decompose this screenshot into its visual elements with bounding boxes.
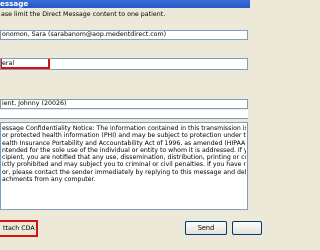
message-body-line: ntended for the sole use of the individu…	[2, 146, 246, 154]
instructions-text: ase limit the Direct Message content to …	[1, 11, 166, 18]
message-body-line: ictly prohibited and may subject you to …	[2, 161, 246, 169]
message-body-line: ealth Insurance Portability and Accounta…	[2, 139, 246, 147]
cancel-button[interactable]	[232, 221, 262, 235]
message-body-line: or, please contact the sender immediatel…	[2, 168, 246, 176]
subject-field-value: eral	[2, 60, 15, 67]
subject-field[interactable]: eral	[0, 58, 248, 70]
title-bar: essage	[0, 0, 250, 8]
from-field[interactable]: onomon, Sara (sarabanom@aop.medentdirect…	[0, 30, 248, 40]
window-title: essage	[0, 0, 29, 8]
attach-cda-label[interactable]: ttach CDA	[3, 225, 35, 232]
separator	[0, 110, 248, 119]
message-body-line: or protected health information (PHI) an…	[2, 132, 246, 140]
send-button[interactable]: Send	[185, 221, 227, 235]
message-body-line: cipient, you are notified that any use, …	[2, 154, 246, 162]
patient-field[interactable]: ient, Johnny (20026)	[0, 99, 248, 109]
from-field-value: onomon, Sara (sarabanom@aop.medentdirect…	[2, 31, 167, 38]
message-body-line: essage Confidentiality Notice: The infor…	[2, 125, 246, 132]
message-body-line: achments from any computer.	[2, 176, 96, 184]
patient-field-value: ient, Johnny (20026)	[2, 100, 67, 107]
message-body[interactable]: essage Confidentiality Notice: The infor…	[0, 122, 248, 210]
